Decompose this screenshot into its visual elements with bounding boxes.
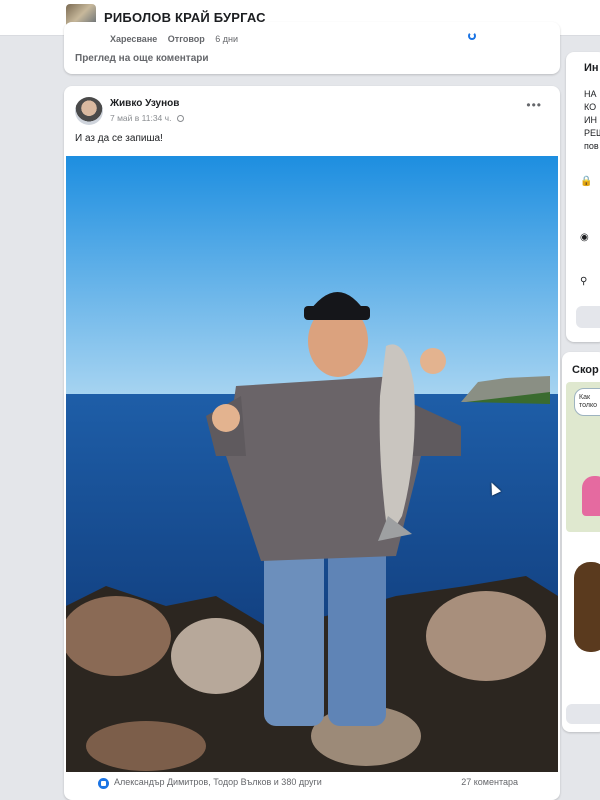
sticker-preview[interactable]: Как толко: [566, 382, 600, 532]
previous-post-comments: Харесване Отговор 6 дни Преглед на още к…: [64, 22, 560, 74]
post-text: И аз да се запиша!: [75, 133, 163, 144]
about-more-button[interactable]: [576, 306, 600, 328]
post-card: Живко Узунов 7 май в 11:34 ч. ••• И аз д…: [64, 86, 560, 800]
comment-time[interactable]: 6 дни: [215, 34, 238, 44]
reactions-bar: Александър Димитров, Тодор Вълков и 380 …: [98, 776, 554, 796]
comment-reply-link[interactable]: Отговор: [168, 34, 205, 44]
comment-actions: Харесване Отговор 6 дни: [110, 34, 246, 44]
shortcuts-card: Скор Как толко: [562, 352, 600, 732]
comments-count[interactable]: 27 коментара: [461, 777, 518, 787]
post-photo[interactable]: [66, 156, 558, 772]
comment-like-link[interactable]: Харесване: [110, 34, 157, 44]
like-icon: [98, 778, 109, 789]
post-timestamp[interactable]: 7 май в 11:34 ч.: [110, 113, 171, 123]
about-description: НА КО ИН РЕШ пов: [584, 89, 600, 151]
post-meta: 7 май в 11:34 ч.: [110, 113, 184, 123]
sticker-caption: Как толко: [574, 388, 600, 416]
view-more-comments-link[interactable]: Преглед на още коментари: [75, 53, 209, 64]
globe-icon: [176, 115, 184, 122]
sticker-preview-2[interactable]: [574, 562, 600, 652]
shortcuts-more-button[interactable]: [566, 704, 600, 724]
shortcuts-label: Скор: [572, 364, 599, 376]
sticker-figure: [582, 476, 600, 516]
eye-icon: ◉: [580, 232, 589, 243]
about-label: Ин: [584, 62, 599, 74]
more-options-icon[interactable]: •••: [526, 98, 542, 112]
post-author[interactable]: Живко Узунов: [110, 98, 179, 109]
author-avatar[interactable]: [75, 97, 103, 125]
reactors-list[interactable]: Александър Димитров, Тодор Вълков и 380 …: [114, 777, 322, 787]
location-pin-icon: ⚲: [580, 276, 588, 287]
loading-indicator-icon: [468, 32, 476, 40]
lock-icon: 🔒: [580, 176, 593, 187]
group-about-card: Ин НА КО ИН РЕШ пов 🔒 ◉ ⚲: [566, 52, 600, 342]
